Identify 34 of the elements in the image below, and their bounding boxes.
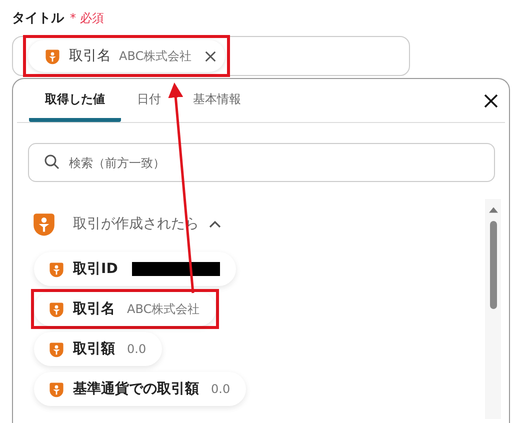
field-label: タイトル [12, 10, 64, 27]
app-icon [48, 340, 65, 358]
search-field[interactable]: 検索（前方一致） [28, 143, 495, 182]
required-label: * 必須 [70, 10, 104, 26]
title-field[interactable]: 取引名 ABC株式会社 [12, 36, 410, 76]
value-item[interactable]: 基準通貨での取引額 0.0 [34, 372, 246, 406]
value-chip[interactable]: 取引名 ABC株式会社 [28, 40, 225, 72]
app-icon [48, 300, 65, 318]
close-icon[interactable] [483, 92, 499, 108]
scroll-up-icon[interactable] [488, 207, 498, 213]
item-value: 0.0 [127, 342, 146, 356]
item-name: 基準通貨での取引額 [73, 380, 199, 398]
scrollbar-thumb[interactable] [490, 221, 496, 309]
app-icon [31, 211, 57, 237]
close-icon[interactable] [204, 50, 217, 62]
item-name: 取引ID [73, 260, 118, 278]
item-value: ABC株式会社 [127, 300, 200, 318]
chip-value: ABC株式会社 [119, 48, 192, 64]
tab[interactable]: 基本情報 [177, 79, 257, 122]
chip-name: 取引名 [69, 47, 111, 65]
scrollbar[interactable] [485, 199, 501, 419]
item-value: 0.0 [211, 382, 230, 396]
chevron-icon [209, 220, 221, 228]
app-icon [48, 380, 65, 398]
tab[interactable]: 日付 [121, 79, 177, 122]
app-icon [48, 260, 65, 278]
value-item[interactable]: 取引名 ABC株式会社 [34, 292, 216, 326]
item-name: 取引額 [73, 340, 115, 358]
value-item[interactable]: 取引ID [34, 252, 236, 286]
search-icon [44, 154, 60, 170]
tab[interactable]: 取得した値 [29, 79, 121, 122]
value-item[interactable]: 取引額 0.0 [34, 332, 162, 366]
item-name: 取引名 [73, 300, 115, 318]
app-icon [44, 48, 61, 64]
